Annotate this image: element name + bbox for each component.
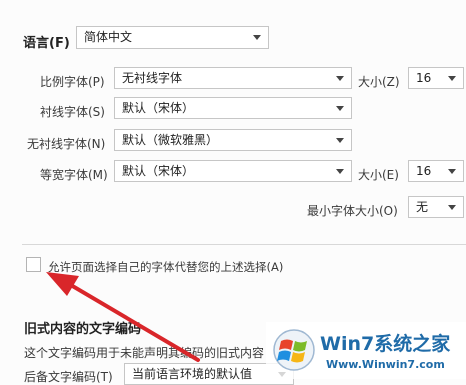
watermark-title: Win7系统之家 <box>320 333 451 355</box>
windows-logo-icon <box>273 329 315 371</box>
watermark: Win7系统之家 Www.Winwin7.com <box>266 322 466 379</box>
watermark-url: Www.Winwin7.com <box>326 358 445 371</box>
